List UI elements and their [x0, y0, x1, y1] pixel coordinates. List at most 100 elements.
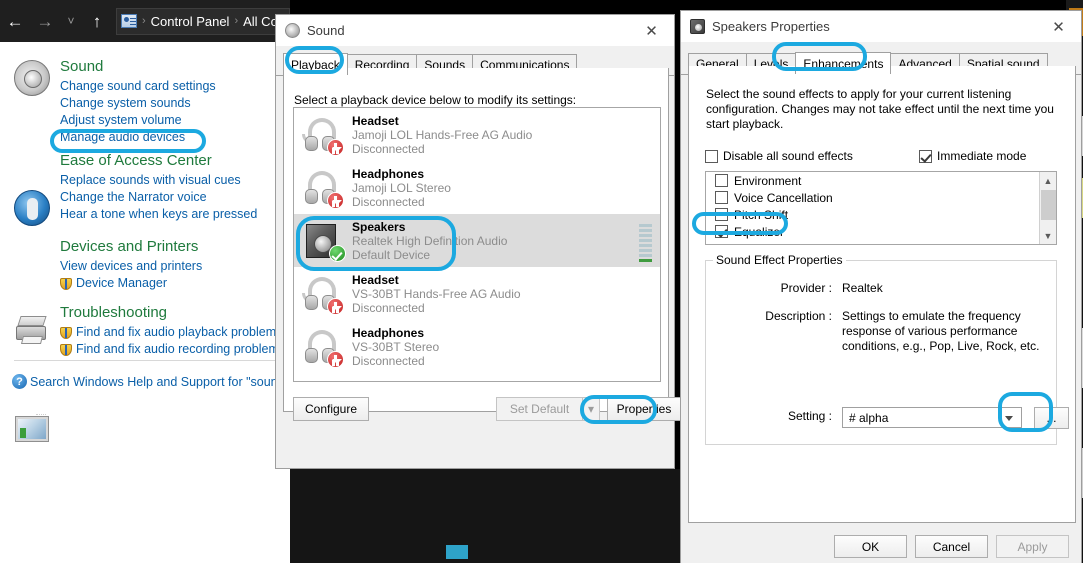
effects-scrollbar[interactable]: ▲ ▼: [1039, 172, 1056, 244]
pitch-shift-checkbox[interactable]: [715, 208, 728, 221]
configure-button[interactable]: Configure: [293, 397, 369, 421]
voice-cancellation-label: Voice Cancellation: [734, 190, 833, 205]
screen: ← → ˅ ↑ › Control Panel › All Con Sound …: [0, 0, 1083, 563]
cp-link-change-sound-card-settings[interactable]: Change sound card settings: [60, 78, 216, 95]
sound-effect-properties-group: Sound Effect Properties Provider : Realt…: [705, 253, 1069, 445]
cp-link-adjust-system-volume[interactable]: Adjust system volume: [60, 112, 216, 129]
device-description: VS-30BT Hands-Free AG Audio: [352, 286, 521, 301]
disconnected-badge: [327, 297, 344, 315]
immediate-mode-label: Immediate mode: [937, 149, 1027, 163]
speakers-device-row[interactable]: Speakers Realtek High Definition Audio D…: [294, 214, 660, 267]
cp-group-devices-and-printers: Devices and Printers View devices and pr…: [60, 238, 202, 292]
help-icon: ?: [12, 374, 27, 389]
equalizer-checkbox[interactable]: [715, 225, 728, 238]
cp-link-find-fix-audio-playback-problems[interactable]: Find and fix audio playback problems: [60, 324, 285, 341]
list-item-environment[interactable]: Environment: [706, 172, 1056, 189]
list-item-voice-cancellation[interactable]: Voice Cancellation: [706, 189, 1056, 206]
close-icon[interactable]: ✕: [1036, 11, 1081, 42]
list-item[interactable]: Headset VS-30BT Hands-Free AG Audio Disc…: [294, 267, 660, 320]
cp-link-device-manager[interactable]: Device Manager: [60, 275, 202, 292]
address-bar[interactable]: › Control Panel › All Con: [116, 7, 290, 35]
shield-icon: [60, 344, 72, 356]
control-panel-window: ← → ˅ ↑ › Control Panel › All Con Sound …: [0, 0, 290, 563]
cancel-button[interactable]: Cancel: [915, 535, 988, 558]
setting-dropdown[interactable]: # alpha: [842, 407, 1022, 428]
shield-icon: [60, 278, 72, 290]
device-description: Realtek High Definition Audio: [352, 233, 508, 248]
list-item-equalizer[interactable]: Equalizer: [706, 223, 1056, 240]
device-name: Headset: [352, 272, 399, 287]
cp-link-hear-tone-when-keys-pressed[interactable]: Hear a tone when keys are pressed: [60, 206, 257, 223]
cp-group-title-devices-and-printers[interactable]: Devices and Printers: [60, 238, 202, 256]
list-item[interactable]: Headphones Jamoji LOL Stereo Disconnecte…: [294, 161, 660, 214]
pitch-shift-label: Pitch Shift: [734, 207, 789, 222]
device-status: Disconnected: [352, 353, 425, 368]
cp-link-manage-audio-devices[interactable]: Manage audio devices: [60, 129, 216, 146]
up-icon[interactable]: ↑: [82, 0, 112, 42]
environment-checkbox[interactable]: [715, 174, 728, 187]
cp-group-title-ease-of-access[interactable]: Ease of Access Center: [60, 152, 257, 170]
cp-link-view-devices-and-printers[interactable]: View devices and printers: [60, 258, 202, 275]
apply-button[interactable]: Apply: [996, 535, 1069, 558]
headset-icon: [302, 273, 346, 315]
device-name: Headset: [352, 113, 399, 128]
disconnected-badge: [327, 191, 344, 209]
scrollbar-thumb[interactable]: [1041, 190, 1056, 220]
provider-label: Provider :: [780, 281, 832, 295]
equalizer-label: Equalizer: [734, 224, 785, 239]
list-item[interactable]: Headset Jamoji LOL Hands-Free AG Audio D…: [294, 108, 660, 161]
control-panel-titlebar: ← → ˅ ↑ › Control Panel › All Con: [0, 0, 290, 42]
device-name: Headphones: [352, 166, 425, 181]
cp-group-title-sound[interactable]: Sound: [60, 58, 216, 76]
speakers-properties-titlebar: Speakers Properties ✕: [681, 11, 1081, 42]
speakers-icon: [302, 220, 346, 262]
immediate-mode-checkbox[interactable]: [919, 149, 932, 163]
search-help-link[interactable]: ? Search Windows Help and Support for "s…: [12, 374, 290, 389]
headset-icon: [302, 114, 346, 156]
list-item[interactable]: Headphones VS-30BT Stereo Disconnected: [294, 320, 660, 373]
browse-setting-button[interactable]: ...: [1034, 407, 1069, 429]
immediate-mode-row[interactable]: Immediate mode: [919, 149, 1026, 163]
close-icon[interactable]: ✕: [629, 15, 674, 46]
disable-all-sound-effects-checkbox[interactable]: [705, 149, 718, 163]
divider: [14, 360, 282, 361]
cp-link-change-narrator-voice[interactable]: Change the Narrator voice: [60, 189, 257, 206]
breadcrumb-separator-2: ›: [234, 15, 239, 27]
cp-group-title-troubleshooting[interactable]: Troubleshooting: [60, 304, 285, 322]
device-description: Jamoji LOL Stereo: [352, 180, 451, 195]
sound-effects-list[interactable]: Environment Voice Cancellation Pitch Shi…: [705, 171, 1057, 245]
chevron-down-icon[interactable]: ▼: [1040, 227, 1056, 244]
voice-cancellation-checkbox[interactable]: [715, 191, 728, 204]
chevron-up-icon[interactable]: ▲: [1040, 172, 1056, 189]
set-default-button[interactable]: Set Default: [496, 397, 583, 421]
cp-group-troubleshooting: Troubleshooting Find and fix audio playb…: [60, 304, 285, 358]
sound-dialog-title: Sound: [307, 23, 345, 38]
set-default-chevron-down-icon[interactable]: ▾: [582, 397, 600, 421]
default-device-badge: [329, 244, 346, 262]
forward-icon[interactable]: →: [30, 0, 60, 42]
list-item-pitch-shift[interactable]: Pitch Shift: [706, 206, 1056, 223]
tab-enhancements[interactable]: Enhancements: [795, 52, 892, 74]
ok-button[interactable]: OK: [834, 535, 907, 558]
provider-value: Realtek: [842, 281, 883, 295]
control-panel-icon: [121, 14, 137, 28]
setting-label: Setting :: [787, 409, 832, 423]
device-status: Disconnected: [352, 300, 425, 315]
search-help-label: Search Windows Help and Support for "sou…: [30, 374, 290, 389]
disable-all-sound-effects-row[interactable]: Disable all sound effects: [705, 149, 853, 163]
cp-link-change-system-sounds[interactable]: Change system sounds: [60, 95, 216, 112]
sound-effect-properties-label: Sound Effect Properties: [713, 253, 846, 267]
properties-button[interactable]: Properties: [607, 397, 681, 421]
recent-locations-chevron-down-icon[interactable]: ˅: [60, 0, 82, 42]
playback-hint-text: Select a playback device below to modify…: [294, 93, 577, 107]
cp-link-find-fix-audio-recording-problems[interactable]: Find and fix audio recording problems: [60, 341, 285, 358]
speakers-properties-footer: OK Cancel Apply: [681, 525, 1081, 563]
desktop-taskbar-thumb: [446, 545, 468, 559]
back-icon[interactable]: ←: [0, 0, 30, 42]
device-status: Default Device: [352, 247, 431, 262]
ease-of-access-icon: [14, 190, 50, 226]
breadcrumb-item-control-panel[interactable]: Control Panel: [148, 14, 233, 29]
tab-playback[interactable]: Playback: [283, 53, 348, 75]
playback-device-list[interactable]: Headset Jamoji LOL Hands-Free AG Audio D…: [293, 107, 661, 382]
cp-link-replace-sounds-with-visual-cues[interactable]: Replace sounds with visual cues: [60, 172, 257, 189]
